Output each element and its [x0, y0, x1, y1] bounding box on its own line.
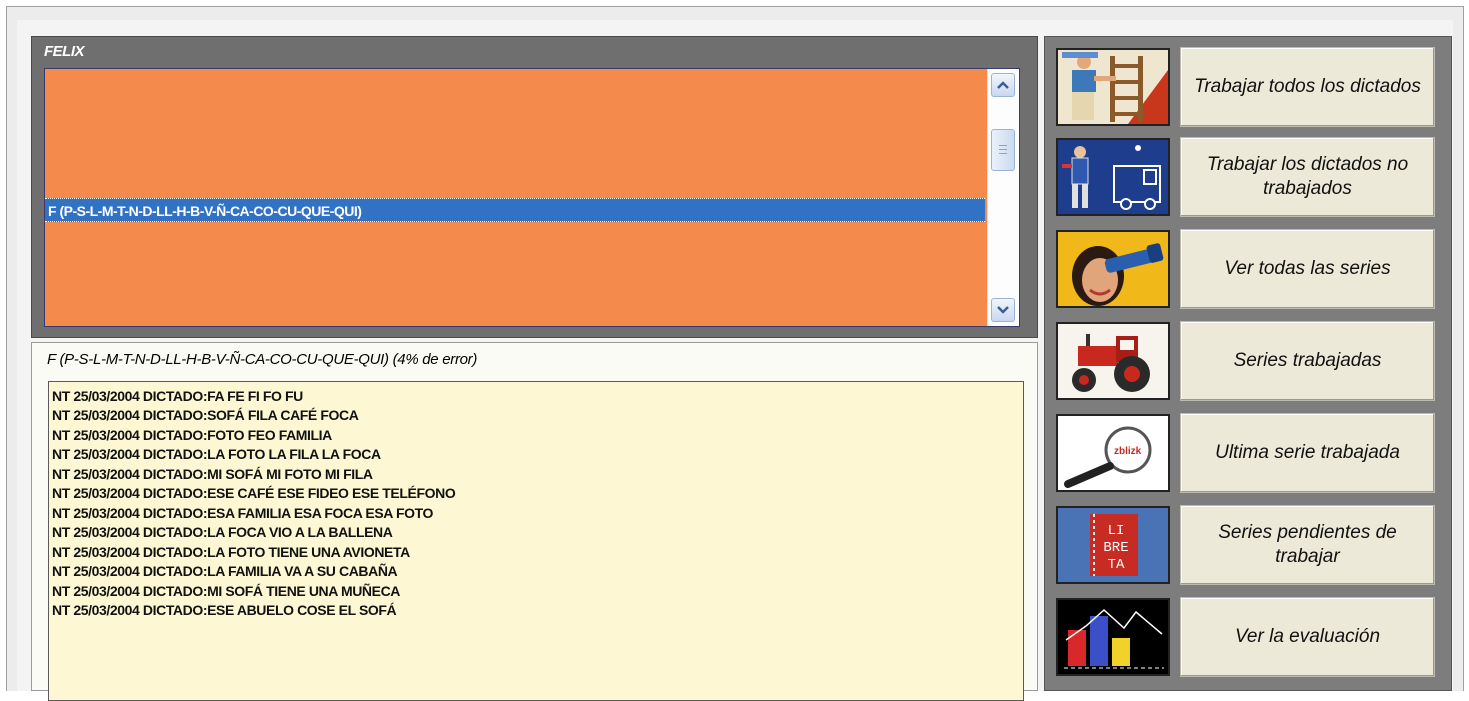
worked-series-button[interactable]: Series trabajadas — [1180, 321, 1435, 401]
painter-ladder-icon[interactable] — [1056, 48, 1170, 126]
log-line: NT 25/03/2004 DICTADO:FA FE FI FO FU — [52, 388, 303, 404]
log-line: NT 25/03/2004 DICTADO:ESA FAMILIA ESA FO… — [52, 505, 433, 521]
menu-item-pending-series[interactable]: LI BRE TA Series pendientes de trabajar — [1055, 505, 1443, 585]
series-list-selected-item[interactable]: F (P-S-L-M-T-N-D-LL-H-B-V-Ñ-CA-CO-CU-QUE… — [45, 198, 985, 222]
series-list-scrollbar[interactable] — [987, 69, 1019, 326]
menu-item-evaluation[interactable]: Ver la evaluación — [1055, 597, 1443, 677]
chevron-down-icon — [997, 306, 1009, 314]
student-panel: FELIX F (P-S-L-M-T-N-D-LL-H-B-V-Ñ-CA-CO-… — [31, 36, 1038, 338]
magnifier-icon[interactable]: zblizk — [1056, 414, 1170, 492]
girl-telescope-icon[interactable] — [1056, 230, 1170, 308]
log-line: NT 25/03/2004 DICTADO:LA FOCA VIO A LA B… — [52, 524, 393, 540]
notebook-icon[interactable]: LI BRE TA — [1056, 506, 1170, 584]
work-all-button[interactable]: Trabajar todos los dictados — [1180, 47, 1435, 127]
evaluation-button[interactable]: Ver la evaluación — [1180, 597, 1435, 677]
notebook-icon-text-2: BRE — [1103, 540, 1128, 556]
magnifier-icon-text: zblizk — [1114, 446, 1142, 457]
notebook-icon-text-1: LI — [1108, 523, 1125, 539]
tractor-icon[interactable] — [1056, 322, 1170, 400]
truck-man-icon[interactable] — [1056, 138, 1170, 216]
last-series-button[interactable]: Ultima serie trabajada — [1180, 413, 1435, 493]
menu-item-last-series[interactable]: zblizk Ultima serie trabajada — [1055, 413, 1443, 493]
chevron-up-icon — [997, 81, 1009, 89]
scroll-down-button[interactable] — [991, 298, 1015, 322]
detail-panel: F (P-S-L-M-T-N-D-LL-H-B-V-Ñ-CA-CO-CU-QUE… — [31, 342, 1038, 701]
detail-title: F (P-S-L-M-T-N-D-LL-H-B-V-Ñ-CA-CO-CU-QUE… — [47, 351, 478, 368]
action-menu: Trabajar todos los dictados Trabajar los… — [1044, 36, 1452, 691]
notebook-icon-text-3: TA — [1108, 557, 1125, 573]
log-line: NT 25/03/2004 DICTADO:FOTO FEO FAMILIA — [52, 427, 332, 443]
scroll-up-button[interactable] — [991, 73, 1015, 97]
menu-item-work-pending[interactable]: Trabajar los dictados no trabajados — [1055, 137, 1443, 217]
series-list[interactable]: F (P-S-L-M-T-N-D-LL-H-B-V-Ñ-CA-CO-CU-QUE… — [44, 68, 1020, 327]
student-name: FELIX — [44, 43, 85, 60]
log-line: NT 25/03/2004 DICTADO:ESE ABUELO COSE EL… — [52, 602, 397, 618]
pending-series-button[interactable]: Series pendientes de trabajar — [1180, 505, 1435, 585]
log-line: NT 25/03/2004 DICTADO:LA FOTO LA FILA LA… — [52, 446, 381, 462]
all-series-button[interactable]: Ver todas las series — [1180, 229, 1435, 309]
menu-item-work-all[interactable]: Trabajar todos los dictados — [1055, 47, 1443, 127]
bar-chart-icon[interactable] — [1056, 598, 1170, 676]
log-line: NT 25/03/2004 DICTADO:LA FOTO TIENE UNA … — [52, 544, 410, 560]
dictation-log[interactable]: NT 25/03/2004 DICTADO:FA FE FI FO FU NT … — [48, 381, 1024, 701]
log-line: NT 25/03/2004 DICTADO:LA FAMILIA VA A SU… — [52, 563, 398, 579]
log-line: NT 25/03/2004 DICTADO:ESE CAFÉ ESE FIDEO… — [52, 485, 456, 501]
log-line: NT 25/03/2004 DICTADO:SOFÁ FILA CAFÉ FOC… — [52, 407, 359, 423]
menu-item-all-series[interactable]: Ver todas las series — [1055, 229, 1443, 309]
work-pending-button[interactable]: Trabajar los dictados no trabajados — [1180, 137, 1435, 217]
scroll-thumb[interactable] — [991, 129, 1015, 171]
menu-item-worked-series[interactable]: Series trabajadas — [1055, 321, 1443, 401]
log-line: NT 25/03/2004 DICTADO:MI SOFÁ MI FOTO MI… — [52, 466, 373, 482]
log-line: NT 25/03/2004 DICTADO:MI SOFÁ TIENE UNA … — [52, 583, 400, 599]
